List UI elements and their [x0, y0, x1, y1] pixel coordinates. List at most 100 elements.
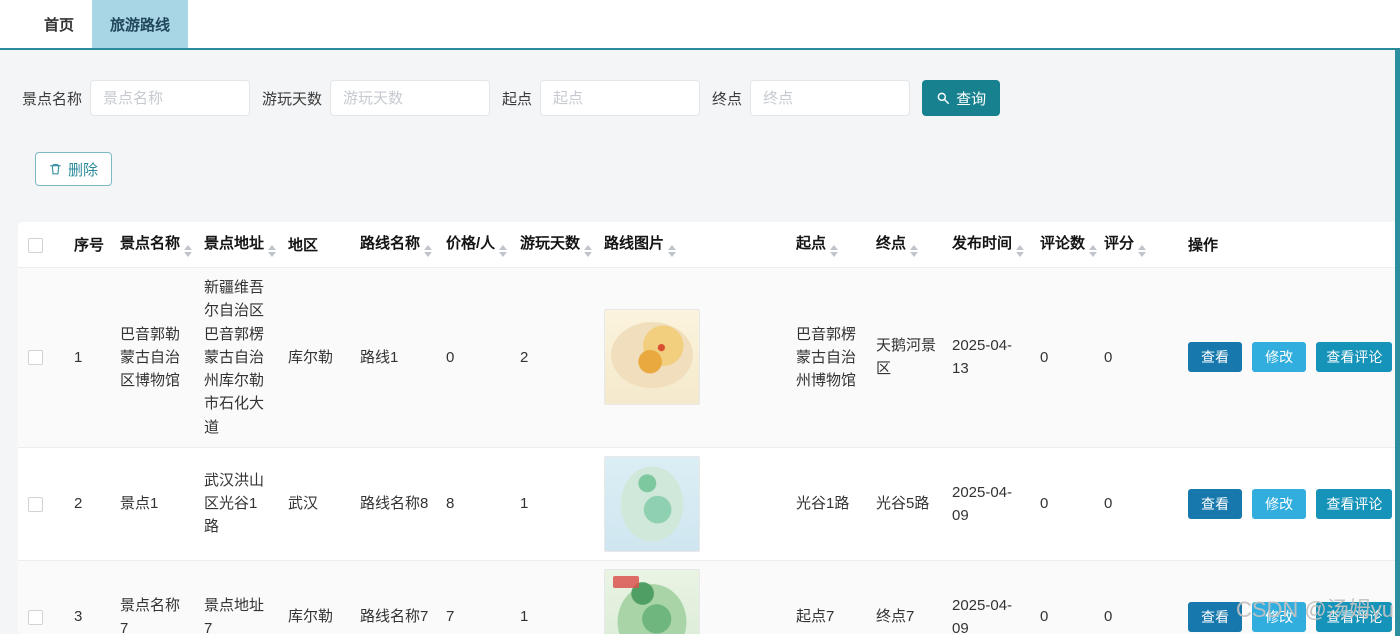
col-header-price[interactable]: 价格/人 [438, 222, 512, 268]
delete-button[interactable]: 删除 [35, 152, 113, 186]
row-checkbox[interactable] [28, 496, 43, 512]
cell-region: 库尔勒 [280, 267, 352, 448]
col-header-start[interactable]: 起点 [788, 222, 868, 268]
row-checkbox[interactable] [28, 350, 43, 366]
cell-date: 2025-04-09 [944, 560, 1032, 634]
cell-start: 起点7 [788, 560, 868, 634]
sort-icon [1089, 245, 1098, 257]
cell-price: 0 [438, 267, 512, 448]
cell-score: 0 [1096, 267, 1180, 448]
route-map-image[interactable] [604, 455, 700, 552]
end-point-label: 终点 [712, 90, 743, 108]
play-days-input[interactable] [330, 80, 491, 116]
tab-travel-routes[interactable]: 旅游路线 [92, 0, 189, 48]
query-button[interactable]: 查询 [922, 80, 1001, 116]
trash-icon [49, 162, 62, 176]
cell-score: 0 [1096, 560, 1180, 634]
cell-name: 景点名称7 [112, 560, 196, 634]
start-point-input[interactable] [540, 80, 701, 116]
field-start-point: 起点 [502, 80, 701, 116]
top-tab-bar: 首页 旅游路线 [0, 0, 1400, 50]
cell-date: 2025-04-09 [944, 447, 1032, 561]
sort-icon [1138, 245, 1147, 257]
scenic-name-input[interactable] [90, 80, 251, 116]
route-map-image[interactable] [604, 309, 700, 406]
cell-end: 终点7 [868, 560, 944, 634]
cell-price: 8 [438, 447, 512, 561]
cell-start: 光谷1路 [788, 447, 868, 561]
cell-no: 1 [66, 267, 112, 448]
cell-days: 2 [512, 267, 596, 448]
field-end-point: 终点 [712, 80, 911, 116]
cell-comments: 0 [1032, 447, 1096, 561]
query-button-label: 查询 [956, 90, 987, 108]
col-header-address[interactable]: 景点地址 [196, 222, 280, 268]
cell-address: 武汉洪山区光谷1路 [196, 447, 280, 561]
cell-days: 1 [512, 560, 596, 634]
search-icon [936, 91, 950, 105]
cell-days: 1 [512, 447, 596, 561]
start-point-label: 起点 [502, 90, 533, 108]
cell-comments: 0 [1032, 267, 1096, 448]
view-comments-button[interactable]: 查看评论 [1316, 601, 1393, 632]
table-row: 2 景点1 武汉洪山区光谷1路 武汉 路线名称8 8 1 光谷1路 光谷5路 2… [18, 447, 1400, 561]
edit-button[interactable]: 修改 [1252, 342, 1307, 373]
cell-no: 2 [66, 447, 112, 561]
sort-icon [499, 245, 508, 257]
col-header-image[interactable]: 路线图片 [596, 222, 788, 268]
search-form: 景点名称 游玩天数 起点 终点 查询 [22, 80, 1400, 116]
col-header-days[interactable]: 游玩天数 [512, 222, 596, 268]
cell-route: 路线名称7 [352, 560, 438, 634]
col-header-date[interactable]: 发布时间 [944, 222, 1032, 268]
col-header-comments[interactable]: 评论数 [1032, 222, 1098, 268]
table-row: 3 景点名称7 景点地址7 库尔勒 路线名称7 7 1 起点7 终点7 2025… [18, 560, 1400, 634]
sort-icon [830, 245, 839, 257]
cell-score: 0 [1096, 447, 1180, 561]
edit-button[interactable]: 修改 [1252, 488, 1307, 519]
view-button[interactable]: 查看 [1188, 488, 1242, 519]
sort-icon [668, 245, 677, 257]
edit-button[interactable]: 修改 [1252, 601, 1307, 632]
col-header-name[interactable]: 景点名称 [112, 222, 196, 268]
row-checkbox[interactable] [28, 609, 43, 625]
col-header-no: 序号 [66, 222, 112, 268]
table-header-row: 序号 景点名称 景点地址 地区 路线名称 价格/人 游玩天数 路线图片 起点 终… [18, 222, 1400, 268]
select-all-checkbox[interactable] [28, 237, 43, 253]
cell-route: 路线1 [352, 267, 438, 448]
play-days-label: 游玩天数 [262, 90, 323, 108]
view-comments-button[interactable]: 查看评论 [1316, 488, 1393, 519]
cell-name: 景点1 [112, 447, 196, 561]
cell-end: 光谷5路 [868, 447, 944, 561]
sort-icon [910, 245, 919, 257]
cell-region: 武汉 [280, 447, 352, 561]
sort-icon [424, 245, 433, 257]
delete-button-label: 删除 [68, 161, 99, 179]
cell-price: 7 [438, 560, 512, 634]
view-button[interactable]: 查看 [1188, 342, 1242, 373]
main-content: 景点名称 游玩天数 起点 终点 查询 [0, 50, 1400, 634]
col-header-actions: 操作 [1180, 222, 1400, 268]
tab-travel-routes-label: 旅游路线 [110, 16, 171, 34]
page: 首页 旅游路线 景点名称 游玩天数 起点 终点 [0, 0, 1400, 636]
col-header-region: 地区 [280, 222, 352, 268]
routes-table: 序号 景点名称 景点地址 地区 路线名称 价格/人 游玩天数 路线图片 起点 终… [18, 222, 1400, 634]
table-toolbar: 删除 [35, 152, 1400, 186]
sort-icon [584, 245, 593, 257]
tab-home[interactable]: 首页 [26, 0, 92, 48]
col-header-route[interactable]: 路线名称 [352, 222, 438, 268]
right-edge-strip [1395, 50, 1400, 636]
cell-no: 3 [66, 560, 112, 634]
cell-end: 天鹅河景区 [868, 267, 944, 448]
cell-comments: 0 [1032, 560, 1096, 634]
sort-icon [268, 245, 277, 257]
cell-start: 巴音郭楞蒙古自治州博物馆 [788, 267, 868, 448]
tab-home-label: 首页 [44, 16, 75, 34]
col-header-end[interactable]: 终点 [868, 222, 944, 268]
route-map-image[interactable] [604, 568, 700, 634]
view-comments-button[interactable]: 查看评论 [1316, 342, 1393, 373]
view-button[interactable]: 查看 [1188, 601, 1242, 632]
end-point-input[interactable] [750, 80, 911, 116]
col-header-score[interactable]: 评分 [1096, 222, 1180, 268]
field-play-days: 游玩天数 [262, 80, 491, 116]
cell-address: 新疆维吾尔自治区巴音郭楞蒙古自治州库尔勒市石化大道 [196, 267, 280, 448]
